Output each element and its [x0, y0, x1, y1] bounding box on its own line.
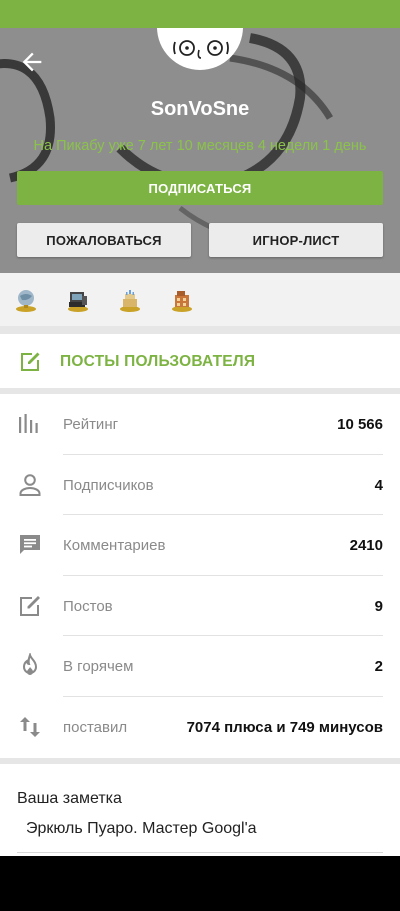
- subscribe-button[interactable]: ПОДПИСАТЬСЯ: [17, 171, 383, 205]
- stat-value: 4: [374, 476, 383, 494]
- user-posts-link[interactable]: ПОСТЫ ПОЛЬЗОВАТЕЛЯ: [0, 334, 400, 388]
- stat-value: 2: [374, 658, 383, 676]
- user-note[interactable]: Ваша заметка Эркюль Пуаро. Мастер Googl'…: [0, 764, 400, 856]
- stat-label: Комментариев: [63, 537, 166, 555]
- stat-value: 9: [374, 597, 383, 615]
- award-globe-icon[interactable]: [14, 287, 38, 313]
- stat-label: В горячем: [63, 658, 134, 676]
- profile-header: SonVoSne На Пикабу уже 7 лет 10 месяцев …: [0, 28, 400, 273]
- stats-list: Рейтинг 10 566 Подписчиков 4 Комментарие…: [0, 394, 400, 758]
- stat-label: поставил: [63, 719, 128, 736]
- stat-row-comments: Комментариев 2410: [0, 515, 400, 576]
- edit-icon: [20, 595, 40, 616]
- stat-row-subscribers: Подписчиков 4: [0, 455, 400, 516]
- person-icon: [19, 473, 41, 496]
- stat-label: Рейтинг: [63, 416, 119, 433]
- stat-label: Постов: [63, 597, 113, 615]
- stat-value: 10 566: [337, 416, 383, 433]
- report-button[interactable]: ПОЖАЛОВАТЬСЯ: [17, 223, 191, 257]
- stat-value: 2410: [349, 537, 383, 555]
- note-text[interactable]: Эркюль Пуаро. Мастер Googl'a: [26, 820, 257, 838]
- award-building-icon[interactable]: [170, 287, 194, 313]
- status-bar: [0, 0, 400, 28]
- stat-row-hot: В горячем 2: [0, 636, 400, 697]
- note-underline: [17, 852, 383, 853]
- username: SonVoSne: [150, 98, 250, 120]
- ignore-list-button[interactable]: ИГНОР-ЛИСТ: [209, 223, 383, 257]
- award-cake-icon[interactable]: [118, 287, 142, 313]
- back-arrow-icon[interactable]: [18, 48, 46, 76]
- rating-bars-icon: [19, 414, 38, 433]
- stat-value: 7074 плюса и 749 минусов: [186, 719, 383, 736]
- edit-icon: [21, 352, 40, 371]
- divider: [0, 326, 400, 334]
- award-computer-icon[interactable]: [66, 287, 90, 313]
- stat-row-votes: поставил 7074 плюса и 749 минусов: [0, 697, 400, 758]
- stat-label: Подписчиков: [63, 476, 154, 494]
- user-posts-label: ПОСТЫ ПОЛЬЗОВАТЕЛЯ: [60, 353, 256, 370]
- awards-bar: [0, 273, 400, 326]
- comment-icon: [20, 535, 40, 555]
- member-since: На Пикабу уже 7 лет 10 месяцев 4 недели …: [33, 138, 367, 154]
- flame-icon: [22, 653, 38, 676]
- swap-vertical-icon: [20, 717, 40, 737]
- stat-row-posts: Постов 9: [0, 576, 400, 637]
- stat-row-rating: Рейтинг 10 566: [0, 394, 400, 455]
- note-title: Ваша заметка: [17, 790, 122, 807]
